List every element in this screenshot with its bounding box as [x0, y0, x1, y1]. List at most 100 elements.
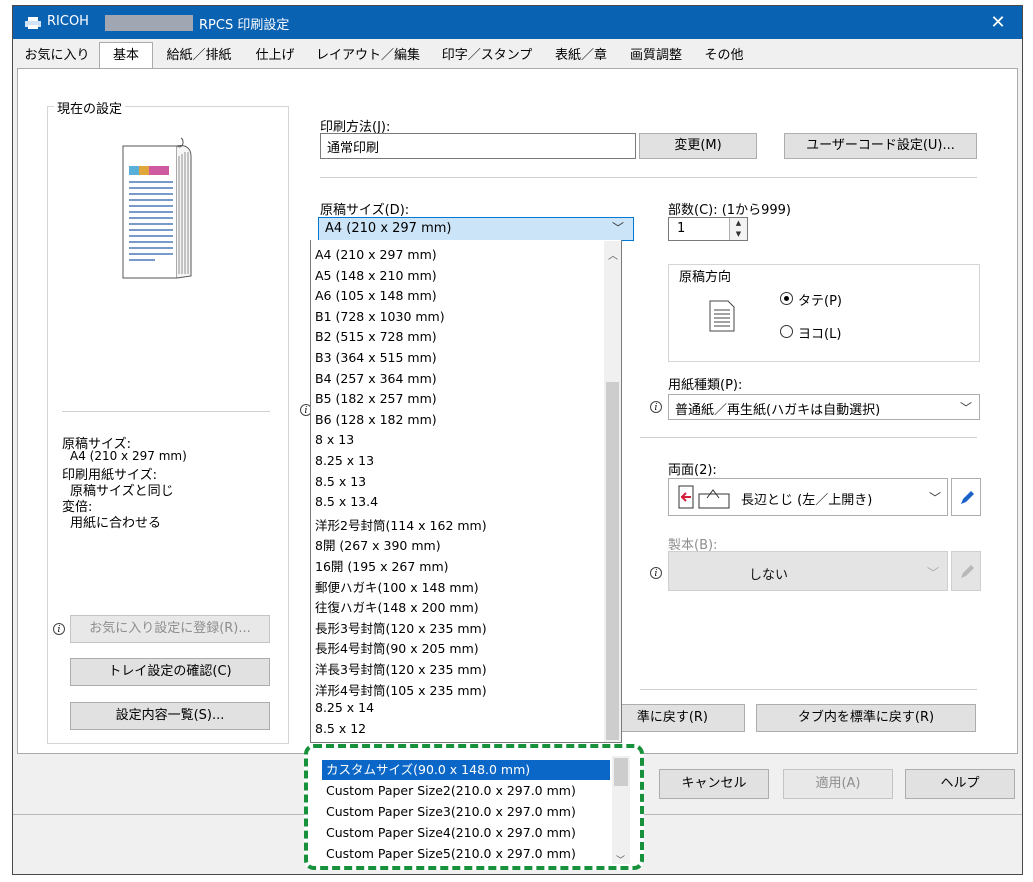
landscape-radio[interactable]: [780, 325, 793, 338]
info-icon: i: [650, 401, 662, 413]
custom-size-option[interactable]: Custom Paper Size3(210.0 x 297.0 mm): [322, 802, 610, 822]
check-tray-button[interactable]: トレイ設定の確認(C): [70, 658, 270, 686]
paper-type-label: 用紙種類(P):: [668, 378, 743, 393]
paper-size-option[interactable]: 洋形2号封筒(114 x 162 mm): [315, 515, 487, 534]
radio-dot-icon: [784, 296, 789, 301]
chevron-down-icon: ﹀: [612, 221, 625, 235]
apply-button[interactable]: 適用(A): [783, 769, 893, 799]
custom-size-option[interactable]: Custom Paper Size5(210.0 x 297.0 mm): [322, 844, 610, 864]
duplex-edit-button[interactable]: [951, 478, 981, 516]
tab-basic[interactable]: 基本: [99, 42, 153, 71]
tab-stamp[interactable]: 印字／スタンプ: [433, 46, 541, 68]
pencil-icon: [961, 491, 974, 504]
dropdown-scroll-thumb[interactable]: [606, 382, 619, 740]
paper-size-option[interactable]: 16開 (195 x 267 mm): [315, 556, 449, 575]
paper-size-option[interactable]: 8.5 x 13.4: [315, 494, 378, 509]
paper-size-dropdown-list[interactable]: A4 (210 x 297 mm) A5 (148 x 210 mm) A6 (10…: [310, 240, 622, 743]
paper-size-option[interactable]: 8.5 x 13: [315, 474, 366, 489]
tab-cover[interactable]: 表紙／章: [545, 46, 617, 68]
paper-size-option[interactable]: 往復ハガキ(148 x 200 mm): [315, 597, 479, 616]
reset-tab-button[interactable]: タブ内を標準に戻す(R): [756, 704, 976, 732]
current-settings-title: 現在の設定: [54, 98, 126, 117]
duplex-combobox[interactable]: 長辺とじ (左／上開き) ﹀: [668, 478, 948, 516]
custom-list-scroll-thumb[interactable]: [614, 758, 628, 786]
paper-size-option[interactable]: 8.25 x 14: [315, 700, 374, 715]
orientation-title: 原稿方向: [676, 266, 735, 285]
section-divider: [640, 689, 977, 690]
print-method-field[interactable]: 通常印刷: [320, 133, 636, 159]
help-button[interactable]: ヘルプ: [905, 769, 1015, 799]
chevron-down-icon: ﹀: [927, 566, 940, 580]
scroll-down-icon[interactable]: ﹀: [616, 853, 625, 866]
paper-size-option[interactable]: 8.25 x 13: [315, 453, 374, 468]
tab-paper[interactable]: 給紙／排紙: [155, 46, 243, 68]
cancel-button[interactable]: キャンセル: [659, 769, 769, 799]
tab-finishing[interactable]: 仕上げ: [247, 46, 303, 68]
paper-size-option[interactable]: A4 (210 x 297 mm): [315, 247, 437, 262]
tab-favorites[interactable]: お気に入り: [17, 46, 97, 68]
copies-spin-button[interactable]: ▲ ▼: [729, 218, 747, 240]
document-preview-icon: [122, 137, 192, 279]
landscape-label: ヨコ(L): [798, 327, 842, 342]
chevron-down-icon: ﹀: [929, 491, 942, 505]
duplex-value: 長辺とじ (左／上開き): [741, 493, 873, 508]
window-title-prefix: RICOH: [47, 14, 89, 29]
booklet-edit-button[interactable]: [951, 551, 981, 591]
paper-size-option[interactable]: B1 (728 x 1030 mm): [315, 309, 445, 324]
custom-size-option[interactable]: Custom Paper Size2(210.0 x 297.0 mm): [322, 781, 610, 801]
settings-list-button[interactable]: 設定内容一覧(S)...: [70, 702, 270, 730]
tab-other[interactable]: その他: [695, 46, 753, 68]
summary-divider: [62, 411, 270, 412]
info-icon: i: [650, 567, 662, 579]
custom-size-option[interactable]: カスタムサイズ(90.0 x 148.0 mm): [322, 760, 610, 780]
window-title: RPCS 印刷設定: [199, 18, 290, 33]
copies-label: 部数(C): (1から999): [668, 203, 791, 218]
paper-size-option[interactable]: 8開 (267 x 390 mm): [315, 535, 441, 554]
paper-type-value: 普通紙／再生紙(ハガキは自動選択): [675, 403, 881, 418]
paper-size-option[interactable]: 長形3号封筒(120 x 235 mm): [315, 618, 487, 637]
paper-size-combobox[interactable]: A4 (210 x 297 mm): [318, 217, 634, 241]
paper-size-label: 原稿サイズ(D):: [320, 203, 410, 218]
paper-size-option[interactable]: B3 (364 x 515 mm): [315, 350, 437, 365]
scroll-up-icon[interactable]: ︿: [608, 247, 618, 262]
paper-size-option[interactable]: A6 (105 x 148 mm): [315, 288, 437, 303]
section-divider: [320, 177, 977, 178]
paper-size-option[interactable]: 8 x 13: [315, 432, 354, 447]
duplex-label: 両面(2):: [668, 463, 717, 478]
paper-size-option[interactable]: A5 (148 x 210 mm): [315, 268, 437, 283]
paper-size-option[interactable]: B4 (257 x 364 mm): [315, 371, 437, 386]
info-icon: i: [53, 623, 65, 635]
summary-scale-value: 用紙に合わせる: [70, 516, 162, 531]
duplex-long-edge-icon: [678, 485, 730, 509]
paper-size-option[interactable]: B5 (182 x 257 mm): [315, 391, 437, 406]
portrait-document-icon: [709, 300, 735, 332]
change-button[interactable]: 変更(M): [639, 133, 757, 159]
tab-layout[interactable]: レイアウト／編集: [307, 46, 429, 68]
paper-size-option[interactable]: 8.5 x 12: [315, 721, 366, 736]
paper-size-option[interactable]: 洋形4号封筒(105 x 235 mm): [315, 680, 487, 699]
custom-size-option[interactable]: Custom Paper Size4(210.0 x 297.0 mm): [322, 823, 610, 843]
register-favorite-button[interactable]: お気に入り設定に登録(R)...: [70, 615, 270, 643]
section-divider: [640, 437, 977, 438]
paper-size-option[interactable]: 長形4号封筒(90 x 205 mm): [315, 638, 479, 657]
paper-size-option[interactable]: B6 (128 x 182 mm): [315, 412, 437, 427]
user-code-button[interactable]: ユーザーコード設定(U)...: [784, 133, 977, 159]
summary-paper-size-value: A4 (210 x 297 mm): [70, 449, 187, 463]
pencil-icon: [961, 565, 974, 578]
paper-type-combobox[interactable]: 普通紙／再生紙(ハガキは自動選択): [668, 394, 980, 420]
redacted-title-block: [105, 15, 193, 31]
tab-strip: お気に入り 基本 給紙／排紙 仕上げ レイアウト／編集 印字／スタンプ 表紙／章…: [13, 39, 1022, 71]
tab-image-quality[interactable]: 画質調整: [621, 46, 691, 68]
paper-size-option[interactable]: 洋長3号封筒(120 x 235 mm): [315, 659, 487, 678]
close-button[interactable]: ✕: [975, 6, 1021, 39]
paper-size-option[interactable]: B2 (515 x 728 mm): [315, 329, 437, 344]
chevron-down-icon: ﹀: [960, 401, 973, 415]
booklet-value: しない: [749, 568, 789, 583]
title-bar: RICOH RPCS 印刷設定 ✕: [13, 6, 1022, 39]
paper-size-option[interactable]: 郵便ハガキ(100 x 148 mm): [315, 577, 479, 596]
booklet-combobox[interactable]: しない ﹀: [668, 551, 948, 591]
portrait-radio[interactable]: [780, 292, 793, 305]
paper-size-selected: A4 (210 x 297 mm): [325, 221, 452, 236]
portrait-label: タテ(P): [798, 294, 842, 309]
printer-icon: [25, 17, 41, 29]
